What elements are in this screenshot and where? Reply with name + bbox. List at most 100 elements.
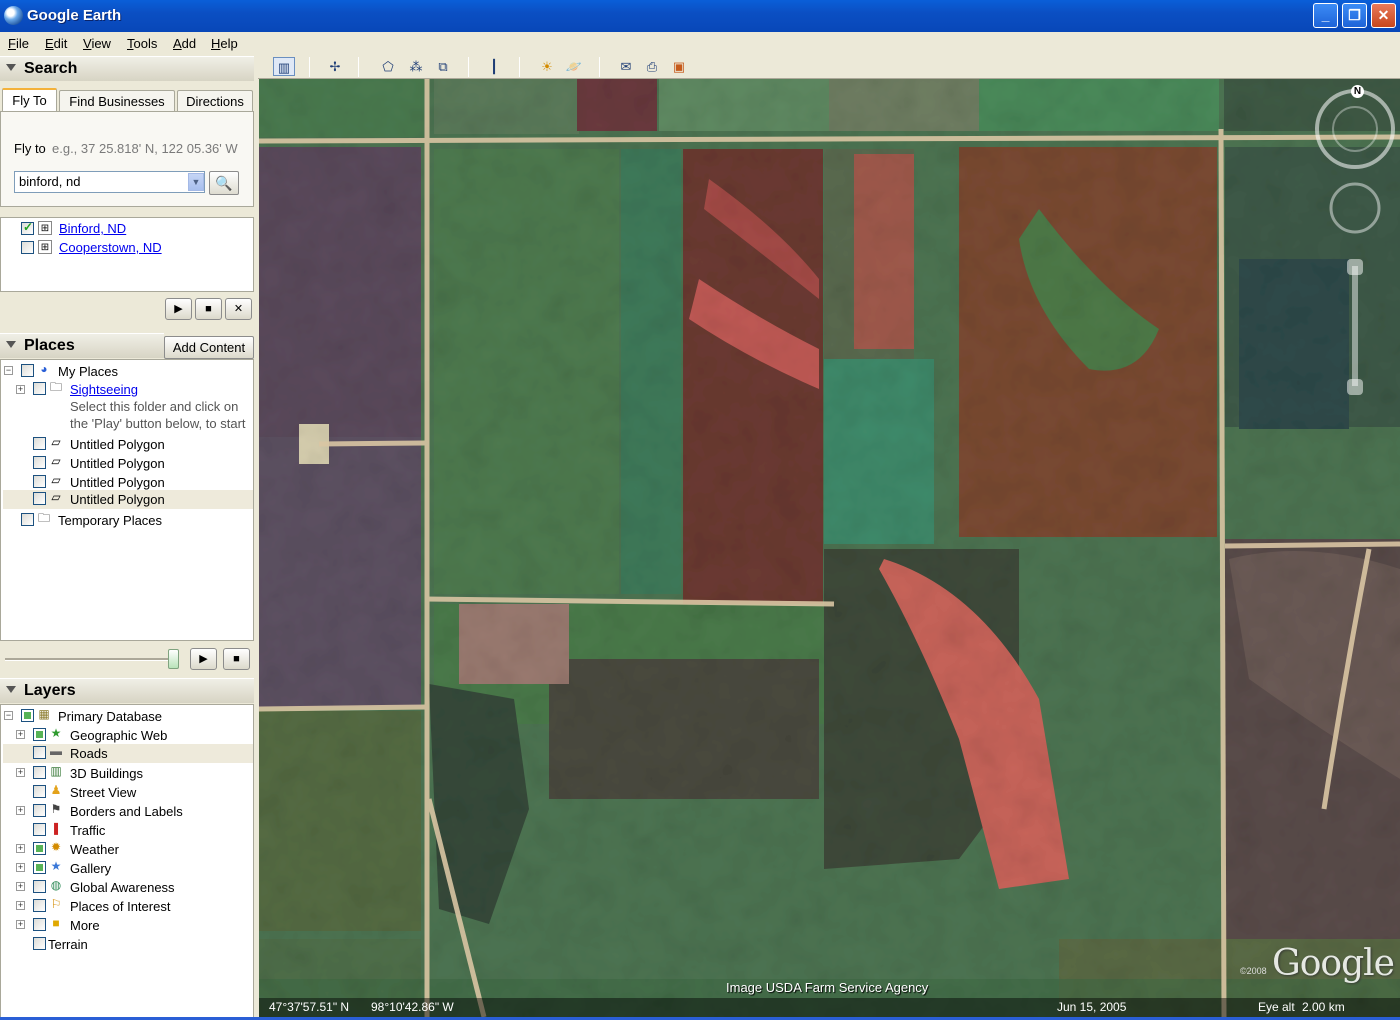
menu-file[interactable]: File [8,36,29,51]
sunlight-button[interactable]: ☀ [536,57,558,76]
layer-label: Terrain [48,937,88,952]
layer-checkbox[interactable] [33,918,46,931]
layer-checkbox[interactable] [33,804,46,817]
add-path-button[interactable]: ⁂ [405,57,427,76]
menu-tools[interactable]: Tools [127,36,157,51]
tree-checkbox[interactable] [33,382,46,395]
add-overlay-button[interactable]: ⧉ [432,57,454,76]
minimize-button[interactable]: _ [1313,3,1338,28]
globe-icon: ◍ [50,878,62,892]
map-view[interactable]: N [259,79,1400,1017]
search-button[interactable]: 🔍 [209,171,239,195]
add-polygon-button[interactable]: ⬠ [377,57,399,76]
stop-places-button[interactable]: ■ [223,648,250,670]
polygon-icon: ▱ [51,435,61,449]
close-button[interactable]: ✕ [1371,3,1396,28]
star-icon: ★ [50,726,62,740]
imagery-date: Jun 15, 2005 [1057,1000,1127,1014]
result-link[interactable]: Cooperstown, ND [59,240,162,255]
layer-checkbox[interactable] [33,766,46,779]
tree-checkbox[interactable] [21,364,34,377]
expand-toggle-icon[interactable]: + [16,920,25,929]
layer-checkbox[interactable] [33,728,46,741]
layer-checkbox[interactable] [33,861,46,874]
expand-toggle-icon[interactable]: + [16,901,25,910]
longitude-readout: 98°10'42.86" W [371,1000,454,1014]
expand-toggle-icon[interactable]: + [16,768,25,777]
menu-view[interactable]: View [83,36,111,51]
tour-slider-track[interactable] [5,658,175,661]
tab-directions[interactable]: Directions [177,90,253,112]
print-button[interactable]: ⎙ [641,57,663,76]
tour-slider-thumb[interactable] [168,649,179,669]
compass-north-icon[interactable]: N [1351,85,1364,98]
result-checkbox[interactable] [21,220,34,235]
places-tree: − ◕ My Places + 🗀 Sightseeing Select thi… [0,359,254,641]
stop-icon: ■ [205,303,212,315]
layer-checkbox[interactable] [21,709,34,722]
menu-add[interactable]: Add [173,36,196,51]
fly-to-hint: e.g., 37 25.818' N, 122 05.36' W [52,141,238,156]
database-icon: ▦ [38,707,50,721]
tree-checkbox[interactable] [33,492,46,505]
navigation-controls[interactable] [1315,81,1399,401]
tree-link[interactable]: Sightseeing [70,382,138,397]
search-tabs: Fly To Find Businesses Directions [0,88,254,113]
toolbar-separator [519,57,520,77]
result-checkbox[interactable] [21,241,34,254]
play-tour-button[interactable]: ▶ [165,298,192,320]
add-placemark-button[interactable]: ✢ [324,57,346,76]
places-header-label: Places [24,337,75,354]
fly-to-input[interactable]: binford, nd [14,171,205,193]
collapse-toggle-icon[interactable]: − [4,366,13,375]
search-panel-header[interactable]: Search [0,56,254,81]
tree-checkbox[interactable] [33,456,46,469]
layer-checkbox[interactable] [33,899,46,912]
clear-results-button[interactable]: ✕ [225,298,252,320]
layers-panel-header[interactable]: Layers [0,678,254,703]
email-button[interactable]: ✉ [615,57,637,76]
maximize-button[interactable]: ❐ [1342,3,1367,28]
expand-toggle-icon[interactable]: + [16,882,25,891]
google-maps-button[interactable]: ▣ [668,57,690,76]
tab-fly-to[interactable]: Fly To [2,88,57,113]
star-icon: ★ [50,859,62,873]
expand-toggle-icon[interactable]: + [16,730,25,739]
result-link[interactable]: Binford, ND [59,221,126,236]
layer-checkbox[interactable] [33,880,46,893]
sidebar-toggle-button[interactable]: ▥ [273,57,295,76]
expand-toggle-icon[interactable]: + [16,385,25,394]
tab-find-businesses[interactable]: Find Businesses [59,90,175,112]
layers-tree: − ▦ Primary Database + ★ Geographic Web … [0,704,254,1020]
menu-help[interactable]: Help [211,36,238,51]
layer-checkbox[interactable] [33,785,46,798]
expand-toggle-icon[interactable]: + [16,863,25,872]
add-content-button[interactable]: Add Content [164,336,254,359]
tree-checkbox[interactable] [33,475,46,488]
tree-checkbox[interactable] [21,513,34,526]
layer-roads[interactable]: ▬ Roads [3,744,253,763]
collapse-toggle-icon[interactable]: − [4,711,13,720]
layer-checkbox[interactable] [33,842,46,855]
layer-label: Roads [70,746,108,761]
stop-tour-button[interactable]: ■ [195,298,222,320]
places-panel-header[interactable]: Places [0,333,164,358]
ruler-button[interactable]: ┃ [483,57,505,76]
path-icon: ⁂ [409,59,423,74]
fly-to-box: Fly to e.g., 37 25.818' N, 122 05.36' W … [0,111,254,207]
polygon-icon: ▱ [51,454,61,468]
sky-button[interactable]: 🪐 [563,57,585,76]
tree-item-polygon-selected[interactable]: ▱ Untitled Polygon [3,490,253,509]
road-icon: ▬ [50,744,62,758]
expand-toggle-icon[interactable]: + [16,844,25,853]
tree-checkbox[interactable] [33,437,46,450]
layer-checkbox[interactable] [33,823,46,836]
layer-checkbox[interactable] [33,746,46,759]
play-places-button[interactable]: ▶ [190,648,217,670]
layer-label: 3D Buildings [70,766,143,781]
dropdown-arrow-icon[interactable]: ▼ [188,173,204,191]
layer-checkbox[interactable] [33,937,46,950]
ruler-icon: ┃ [490,59,498,74]
expand-toggle-icon[interactable]: + [16,806,25,815]
menu-edit[interactable]: Edit [45,36,67,51]
